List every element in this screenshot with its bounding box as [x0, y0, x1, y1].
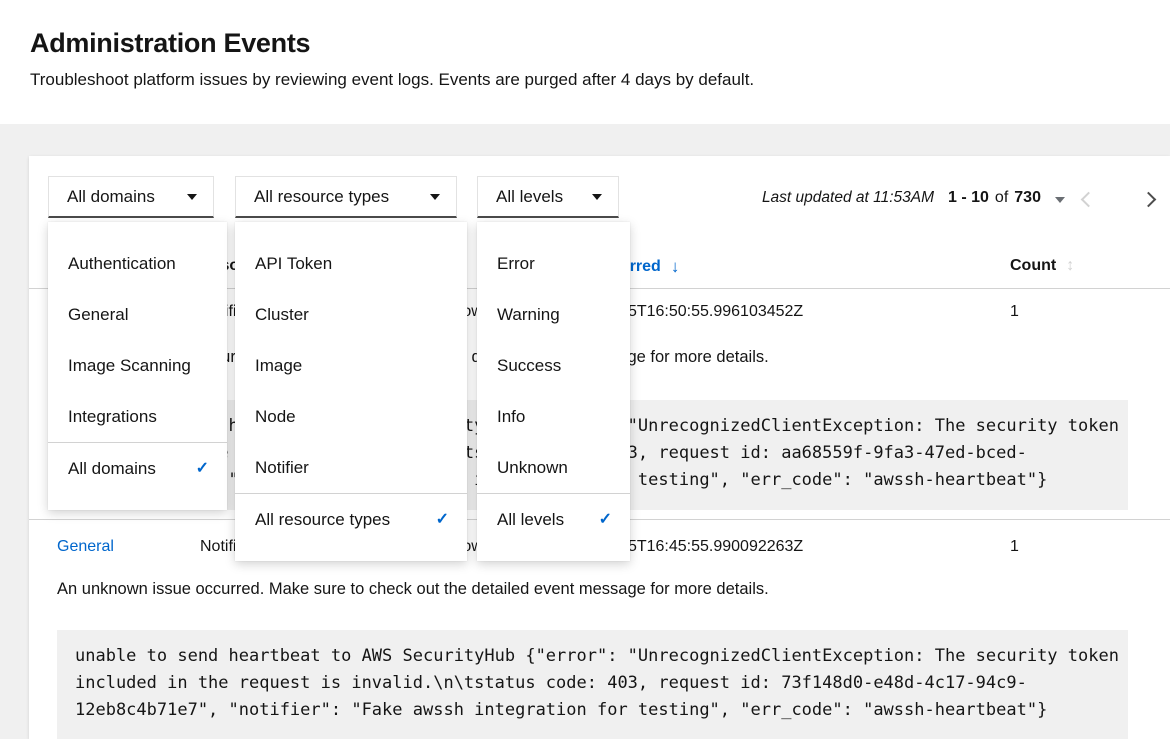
- administration-events-page: Administration Events Troubleshoot platf…: [0, 0, 1170, 739]
- table-row-2-log-block: unable to send heartbeat to AWS Security…: [57, 630, 1128, 739]
- next-page-button[interactable]: [1126, 181, 1170, 217]
- table-row-2-domain[interactable]: General: [57, 538, 114, 556]
- menu-item-api-token[interactable]: API Token: [235, 238, 467, 289]
- pagination-of: of: [995, 189, 1008, 207]
- menu-item-warning[interactable]: Warning: [477, 289, 630, 340]
- log-line: 12eb8c4b71e7", "notifier": "Fake awssh i…: [75, 700, 1047, 720]
- table-row-2-description: An unknown issue occurred. Make sure to …: [57, 580, 769, 599]
- pagination-total: 730: [1014, 189, 1041, 207]
- menu-item-all-domains[interactable]: All domains ✓: [48, 443, 227, 494]
- column-header-count[interactable]: Count ↕: [1010, 257, 1074, 275]
- pagination-range: 1 - 10: [948, 189, 989, 207]
- resource-type-filter-toggle[interactable]: All resource types: [235, 176, 457, 218]
- sort-descending-icon[interactable]: ↓: [671, 257, 680, 277]
- level-filter-menu: Error Warning Success Info Unknown All l…: [477, 222, 630, 561]
- menu-item-image[interactable]: Image: [235, 340, 467, 391]
- menu-item-image-scanning[interactable]: Image Scanning: [48, 340, 227, 391]
- page-subtitle: Troubleshoot platform issues by reviewin…: [30, 70, 754, 90]
- menu-item-general[interactable]: General: [48, 289, 227, 340]
- log-line: unable to send heartbeat to AWS Security…: [75, 646, 1119, 666]
- log-line: included in the request is invalid.\n\ts…: [75, 673, 1027, 693]
- menu-item-all-resource-types[interactable]: All resource types ✓: [235, 494, 467, 545]
- level-filter-toggle[interactable]: All levels: [477, 176, 619, 218]
- check-icon: ✓: [436, 508, 449, 531]
- pagination-menu[interactable]: 1 - 10 of 730: [948, 189, 1065, 207]
- menu-item-cluster[interactable]: Cluster: [235, 289, 467, 340]
- previous-page-button[interactable]: [1066, 181, 1110, 217]
- menu-item-all-levels[interactable]: All levels ✓: [477, 494, 630, 545]
- page-title: Administration Events: [30, 28, 310, 59]
- check-icon: ✓: [196, 457, 209, 480]
- menu-item-notifier[interactable]: Notifier: [235, 442, 467, 493]
- menu-item-node[interactable]: Node: [235, 391, 467, 442]
- chevron-left-icon: [1080, 191, 1096, 207]
- last-updated-text: Last updated at 11:53AM: [762, 189, 934, 207]
- menu-item-success[interactable]: Success: [477, 340, 630, 391]
- caret-down-icon: [430, 194, 440, 200]
- caret-down-icon: [1055, 197, 1065, 203]
- domain-filter-toggle[interactable]: All domains: [48, 176, 214, 218]
- caret-down-icon: [187, 194, 197, 200]
- menu-item-integrations[interactable]: Integrations: [48, 391, 227, 442]
- domain-filter-menu: Authentication General Image Scanning In…: [48, 222, 227, 510]
- menu-item-unknown[interactable]: Unknown: [477, 442, 630, 493]
- table-row-2-count: 1: [1010, 538, 1019, 556]
- table-row-1-count: 1: [1010, 303, 1019, 321]
- menu-item-info[interactable]: Info: [477, 391, 630, 442]
- chevron-right-icon: [1140, 191, 1156, 207]
- resource-type-filter-menu: API Token Cluster Image Node Notifier Al…: [235, 222, 467, 561]
- sortable-icon[interactable]: ↕: [1066, 257, 1074, 275]
- check-icon: ✓: [599, 508, 612, 531]
- menu-item-authentication[interactable]: Authentication: [48, 238, 227, 289]
- menu-item-error[interactable]: Error: [477, 238, 630, 289]
- caret-down-icon: [592, 194, 602, 200]
